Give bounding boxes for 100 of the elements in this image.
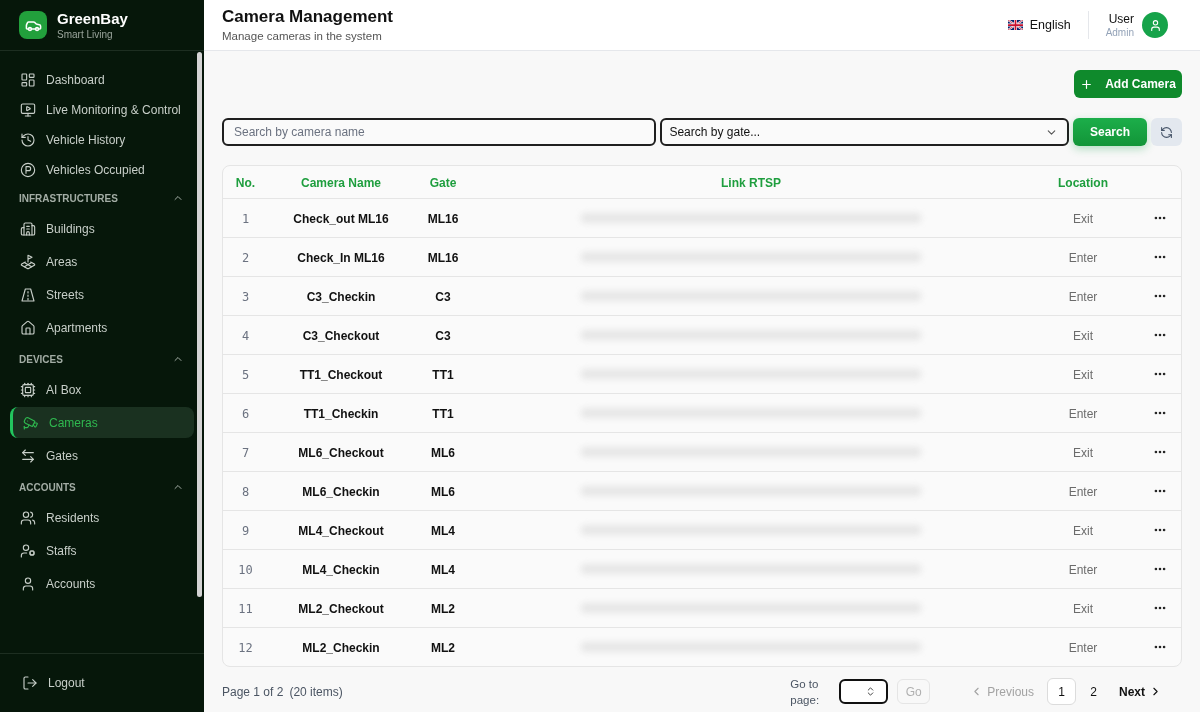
camera-name: Check_In ML16 bbox=[297, 250, 385, 265]
camera-name: ML6_Checkout bbox=[298, 445, 384, 460]
location-text: Exit bbox=[1073, 328, 1093, 343]
gate-name: C3 bbox=[435, 328, 451, 343]
arrows-left-right-icon bbox=[20, 447, 36, 464]
row-number: 8 bbox=[241, 484, 250, 499]
section-header[interactable]: DEVICES bbox=[10, 347, 194, 371]
nav-item[interactable]: Buildings bbox=[10, 213, 194, 244]
add-camera-button[interactable]: Add Camera bbox=[1074, 70, 1182, 98]
section-header[interactable]: INFRASTRUCTURES bbox=[10, 186, 194, 210]
location-text: Enter bbox=[1068, 484, 1098, 499]
gate-name: TT1 bbox=[432, 406, 454, 421]
column-heading: No. bbox=[235, 175, 256, 190]
chip-icon bbox=[20, 381, 36, 398]
camera-name: ML2_Checkin bbox=[302, 640, 380, 655]
row-number: 10 bbox=[238, 562, 253, 577]
nav-item[interactable]: AI Box bbox=[10, 374, 194, 405]
camera-name: Check_out ML16 bbox=[293, 211, 389, 226]
logout-button[interactable]: Logout bbox=[22, 674, 85, 692]
user-role: Admin bbox=[1105, 27, 1134, 38]
row-number: 3 bbox=[241, 289, 250, 304]
nav-item[interactable]: Staffs bbox=[10, 535, 194, 566]
row-number: 4 bbox=[241, 328, 250, 343]
refresh-button[interactable] bbox=[1151, 118, 1182, 146]
user-avatar-icon[interactable] bbox=[1142, 12, 1168, 38]
gate-name: C3 bbox=[435, 289, 451, 304]
next-button[interactable]: Next bbox=[1119, 678, 1162, 705]
page-subtitle: Manage cameras in the system bbox=[222, 29, 383, 43]
row-number: 1 bbox=[241, 211, 250, 226]
history-icon bbox=[20, 132, 36, 148]
camera-name: TT1_Checkin bbox=[303, 406, 379, 421]
car-logo-icon bbox=[19, 11, 47, 39]
building-icon bbox=[20, 220, 36, 237]
page-button[interactable]: 2 bbox=[1079, 678, 1108, 705]
camera-name: ML2_Checkout bbox=[298, 601, 384, 616]
column-heading: Gate bbox=[429, 175, 457, 190]
column-heading: Location bbox=[1058, 175, 1108, 190]
nav-item[interactable]: Live Monitoring & Control bbox=[10, 96, 194, 124]
gate-select[interactable]: Search by gate... bbox=[660, 118, 1069, 146]
nav-item[interactable]: Vehicles Occupied bbox=[10, 156, 194, 184]
refresh-icon bbox=[1160, 125, 1173, 139]
nav-item[interactable]: Residents bbox=[10, 502, 194, 533]
gate-name: ML2 bbox=[431, 601, 455, 616]
camera-name: ML6_Checkin bbox=[302, 484, 380, 499]
camera-name: TT1_Checkout bbox=[299, 367, 383, 382]
page-title: Camera Management bbox=[222, 7, 393, 27]
row-number: 7 bbox=[241, 445, 250, 460]
user-icon bbox=[20, 575, 36, 592]
brand-name: GreenBay bbox=[57, 10, 128, 26]
location-text: Exit bbox=[1073, 445, 1093, 460]
location-text: Exit bbox=[1073, 211, 1093, 226]
brand-tagline: Smart Living bbox=[57, 29, 114, 40]
user-name: User bbox=[1108, 12, 1134, 25]
gate-name: ML6 bbox=[431, 484, 455, 499]
row-number: 11 bbox=[238, 601, 253, 616]
gate-name: ML4 bbox=[431, 562, 455, 577]
camera-name: C3_Checkin bbox=[306, 289, 376, 304]
row-number: 9 bbox=[241, 523, 250, 538]
gate-name: ML16 bbox=[427, 211, 459, 226]
monitor-play-icon bbox=[20, 102, 36, 118]
scrollbar-thumb[interactable] bbox=[197, 52, 202, 597]
plus-icon bbox=[1080, 77, 1094, 91]
search-field[interactable]: Search by camera name bbox=[222, 118, 657, 146]
location-text: Enter bbox=[1068, 406, 1098, 421]
house-icon bbox=[20, 319, 36, 336]
nav-item[interactable]: Accounts bbox=[10, 568, 194, 599]
nav-item[interactable]: Vehicle History bbox=[10, 126, 194, 154]
location-text: Enter bbox=[1068, 289, 1098, 304]
nav-item[interactable]: Cameras bbox=[10, 407, 194, 438]
gate-name: ML2 bbox=[431, 640, 455, 655]
location-text: Enter bbox=[1068, 562, 1098, 577]
nav-item[interactable]: Dashboard bbox=[10, 66, 194, 94]
nav-item[interactable]: Gates bbox=[10, 440, 194, 471]
cctv-camera-icon bbox=[23, 414, 39, 431]
camera-name: ML4_Checkin bbox=[302, 562, 380, 577]
row-number: 5 bbox=[241, 367, 250, 382]
row-number: 12 bbox=[238, 640, 253, 655]
land-plot-icon bbox=[20, 253, 36, 270]
page-button[interactable]: 1 bbox=[1047, 678, 1076, 705]
gate-name: ML16 bbox=[427, 250, 459, 265]
section-header[interactable]: ACCOUNTS bbox=[10, 475, 194, 499]
location-text: Enter bbox=[1068, 640, 1098, 655]
flag-icon bbox=[1007, 20, 1023, 30]
location-text: Exit bbox=[1073, 523, 1093, 538]
user-gear-icon bbox=[20, 542, 36, 559]
row-number: 2 bbox=[241, 250, 250, 265]
language-button[interactable]: English bbox=[1007, 15, 1071, 35]
gate-name: ML4 bbox=[431, 523, 455, 538]
location-text: Enter bbox=[1068, 250, 1098, 265]
column-heading: Link RTSP bbox=[721, 175, 781, 190]
nav-item[interactable]: Areas bbox=[10, 246, 194, 277]
page-info: Page 1 of 2 bbox=[222, 683, 284, 701]
column-heading: Camera Name bbox=[300, 175, 381, 190]
location-text: Exit bbox=[1073, 601, 1093, 616]
logout-icon bbox=[22, 675, 38, 691]
nav-item[interactable]: Apartments bbox=[10, 312, 194, 343]
location-text: Exit bbox=[1073, 367, 1093, 382]
nav-item[interactable]: Streets bbox=[10, 279, 194, 310]
road-icon bbox=[20, 286, 36, 303]
page-number-input[interactable] bbox=[839, 679, 889, 704]
